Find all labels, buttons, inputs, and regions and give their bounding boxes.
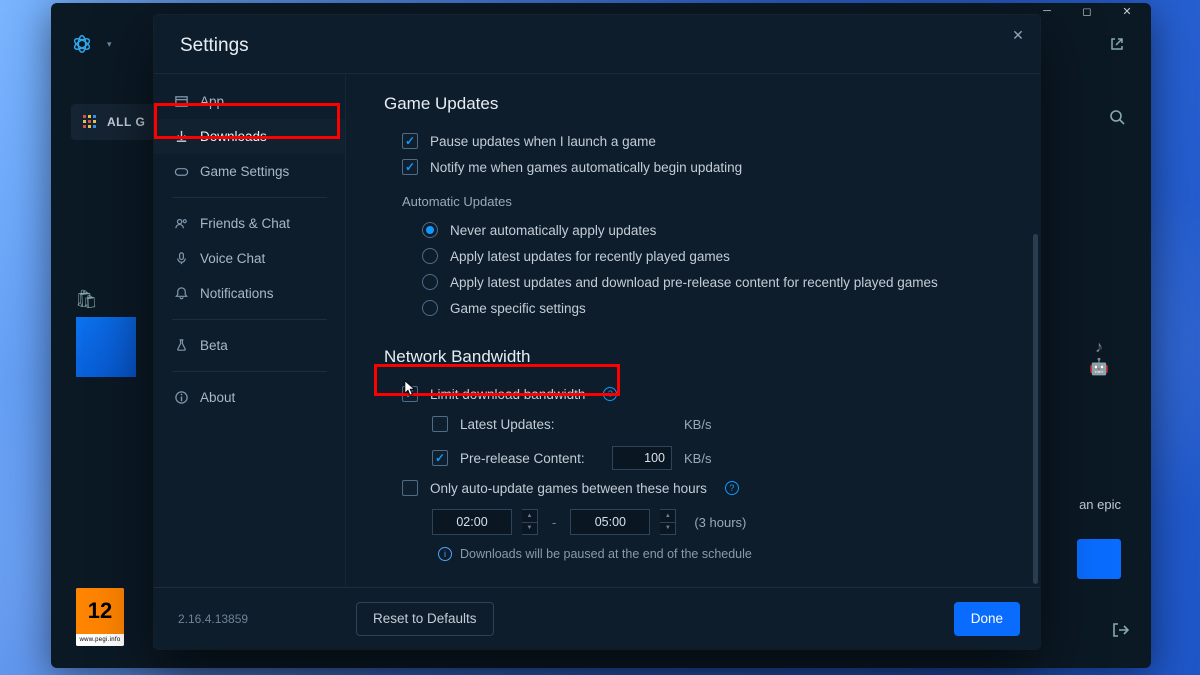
time-from-spinner[interactable]: ▲▼ <box>522 509 538 535</box>
checkbox-pause-label: Pause updates when I launch a game <box>430 134 656 149</box>
nav-downloads-label: Downloads <box>200 129 267 144</box>
radio-icon <box>422 274 438 290</box>
row-prerelease-content: Pre-release Content: KB/s <box>384 441 996 475</box>
radio-specific-label: Game specific settings <box>450 301 586 316</box>
window-icon <box>174 94 189 109</box>
time-to-input[interactable] <box>570 509 650 535</box>
pegi-footer: www.pegi.info <box>76 634 124 646</box>
reset-defaults-button[interactable]: Reset to Defaults <box>356 602 494 636</box>
radio-specific[interactable]: Game specific settings <box>384 295 996 321</box>
mic-icon <box>174 251 189 266</box>
checkbox-icon <box>402 159 418 175</box>
only-hours-label: Only auto-update games between these hou… <box>430 481 707 496</box>
checkbox-icon <box>402 133 418 149</box>
settings-modal: ✕ Settings App Downloads Game Settings F… <box>154 15 1040 649</box>
gamepad-icon <box>174 164 189 179</box>
unit-label: KB/s <box>684 451 711 466</box>
nav-downloads[interactable]: Downloads <box>154 119 345 154</box>
info-icon <box>174 390 189 405</box>
unit-label: KB/s <box>684 417 711 432</box>
nav-friends[interactable]: Friends & Chat <box>154 206 345 241</box>
version-text: 2.16.4.13859 <box>174 612 344 626</box>
radio-prerelease[interactable]: Apply latest updates and download pre-re… <box>384 269 996 295</box>
radio-prerelease-label: Apply latest updates and download pre-re… <box>450 275 938 290</box>
all-games-button[interactable]: ALL G <box>71 104 157 140</box>
radio-never-label: Never automatically apply updates <box>450 223 656 238</box>
nav-friends-label: Friends & Chat <box>200 216 290 231</box>
battlenet-logo-icon[interactable] <box>71 33 93 55</box>
flask-icon <box>174 338 189 353</box>
grid-icon <box>83 115 97 129</box>
nav-game-settings[interactable]: Game Settings <box>154 154 345 189</box>
nav-notifications-label: Notifications <box>200 286 274 301</box>
nav-app-label: App <box>200 94 224 109</box>
settings-title: Settings <box>154 15 1040 67</box>
nav-voice-label: Voice Chat <box>200 251 265 266</box>
chevron-down-icon[interactable]: ▾ <box>107 39 112 50</box>
info-icon: i <box>438 547 452 561</box>
promo-caption: an epic <box>1079 497 1121 512</box>
checkbox-only-hours[interactable]: Only auto-update games between these hou… <box>384 475 996 501</box>
checkbox-limit-label: Limit download bandwidth <box>430 387 585 402</box>
users-icon <box>174 216 189 231</box>
download-icon <box>174 129 189 144</box>
pegi-rating-badge: 12 www.pegi.info <box>76 588 124 646</box>
help-icon[interactable]: ? <box>725 481 739 495</box>
nav-game-settings-label: Game Settings <box>200 164 289 179</box>
nav-beta[interactable]: Beta <box>154 328 345 363</box>
prerelease-bandwidth-input[interactable] <box>612 446 672 470</box>
logout-icon[interactable] <box>1111 621 1129 644</box>
help-icon[interactable]: ? <box>603 387 617 401</box>
checkbox-icon[interactable] <box>432 416 448 432</box>
radio-never[interactable]: Never automatically apply updates <box>384 217 996 243</box>
checkbox-icon[interactable] <box>432 450 448 466</box>
latest-updates-label: Latest Updates: <box>460 417 600 432</box>
all-games-label: ALL G <box>107 115 145 129</box>
window-maximize-button[interactable]: ◻ <box>1067 3 1107 19</box>
search-icon[interactable] <box>1109 109 1125 129</box>
close-icon[interactable]: ✕ <box>1008 25 1028 45</box>
settings-footer: 2.16.4.13859 Reset to Defaults Done <box>154 587 1040 649</box>
radio-icon <box>422 300 438 316</box>
checkbox-limit-bandwidth[interactable]: Limit download bandwidth ? <box>384 381 996 407</box>
settings-content: Game Updates Pause updates when I launch… <box>346 74 1034 587</box>
external-link-icon[interactable] <box>1103 30 1131 58</box>
automatic-updates-heading: Automatic Updates <box>402 194 996 209</box>
duration-label: (3 hours) <box>694 515 746 530</box>
promo-cta-button[interactable] <box>1077 539 1121 579</box>
nav-notifications[interactable]: Notifications <box>154 276 345 311</box>
promo-tile[interactable] <box>76 317 136 377</box>
nav-about-label: About <box>200 390 235 405</box>
checkbox-notify-label: Notify me when games automatically begin… <box>430 160 742 175</box>
section-game-updates-title: Game Updates <box>384 94 996 114</box>
bell-icon <box>174 286 189 301</box>
time-to-spinner[interactable]: ▲▼ <box>660 509 676 535</box>
window-close-button[interactable]: ✕ <box>1107 3 1147 19</box>
nav-about[interactable]: About <box>154 380 345 415</box>
radio-icon <box>422 222 438 238</box>
checkbox-icon <box>402 480 418 496</box>
checkbox-notify-auto[interactable]: Notify me when games automatically begin… <box>384 154 996 180</box>
done-button[interactable]: Done <box>954 602 1020 636</box>
radio-icon <box>422 248 438 264</box>
promo-image: ♪🤖 <box>1077 339 1121 377</box>
pegi-rating-number: 12 <box>76 588 124 634</box>
schedule-note: i Downloads will be paused at the end of… <box>384 543 996 569</box>
nav-app[interactable]: App <box>154 84 345 119</box>
checkbox-pause-on-launch[interactable]: Pause updates when I launch a game <box>384 128 996 154</box>
shop-icon[interactable]: 🛍 <box>75 289 98 310</box>
settings-sidebar: App Downloads Game Settings Friends & Ch… <box>154 74 346 587</box>
time-from-input[interactable] <box>432 509 512 535</box>
time-range-row: ▲▼ - ▲▼ (3 hours) <box>384 501 996 543</box>
prerelease-label: Pre-release Content: <box>460 451 600 466</box>
section-bandwidth-title: Network Bandwidth <box>384 347 996 367</box>
nav-beta-label: Beta <box>200 338 228 353</box>
nav-voice[interactable]: Voice Chat <box>154 241 345 276</box>
radio-recent[interactable]: Apply latest updates for recently played… <box>384 243 996 269</box>
schedule-note-text: Downloads will be paused at the end of t… <box>460 547 752 561</box>
radio-recent-label: Apply latest updates for recently played… <box>450 249 730 264</box>
row-latest-updates: Latest Updates: KB/s <box>384 407 996 441</box>
